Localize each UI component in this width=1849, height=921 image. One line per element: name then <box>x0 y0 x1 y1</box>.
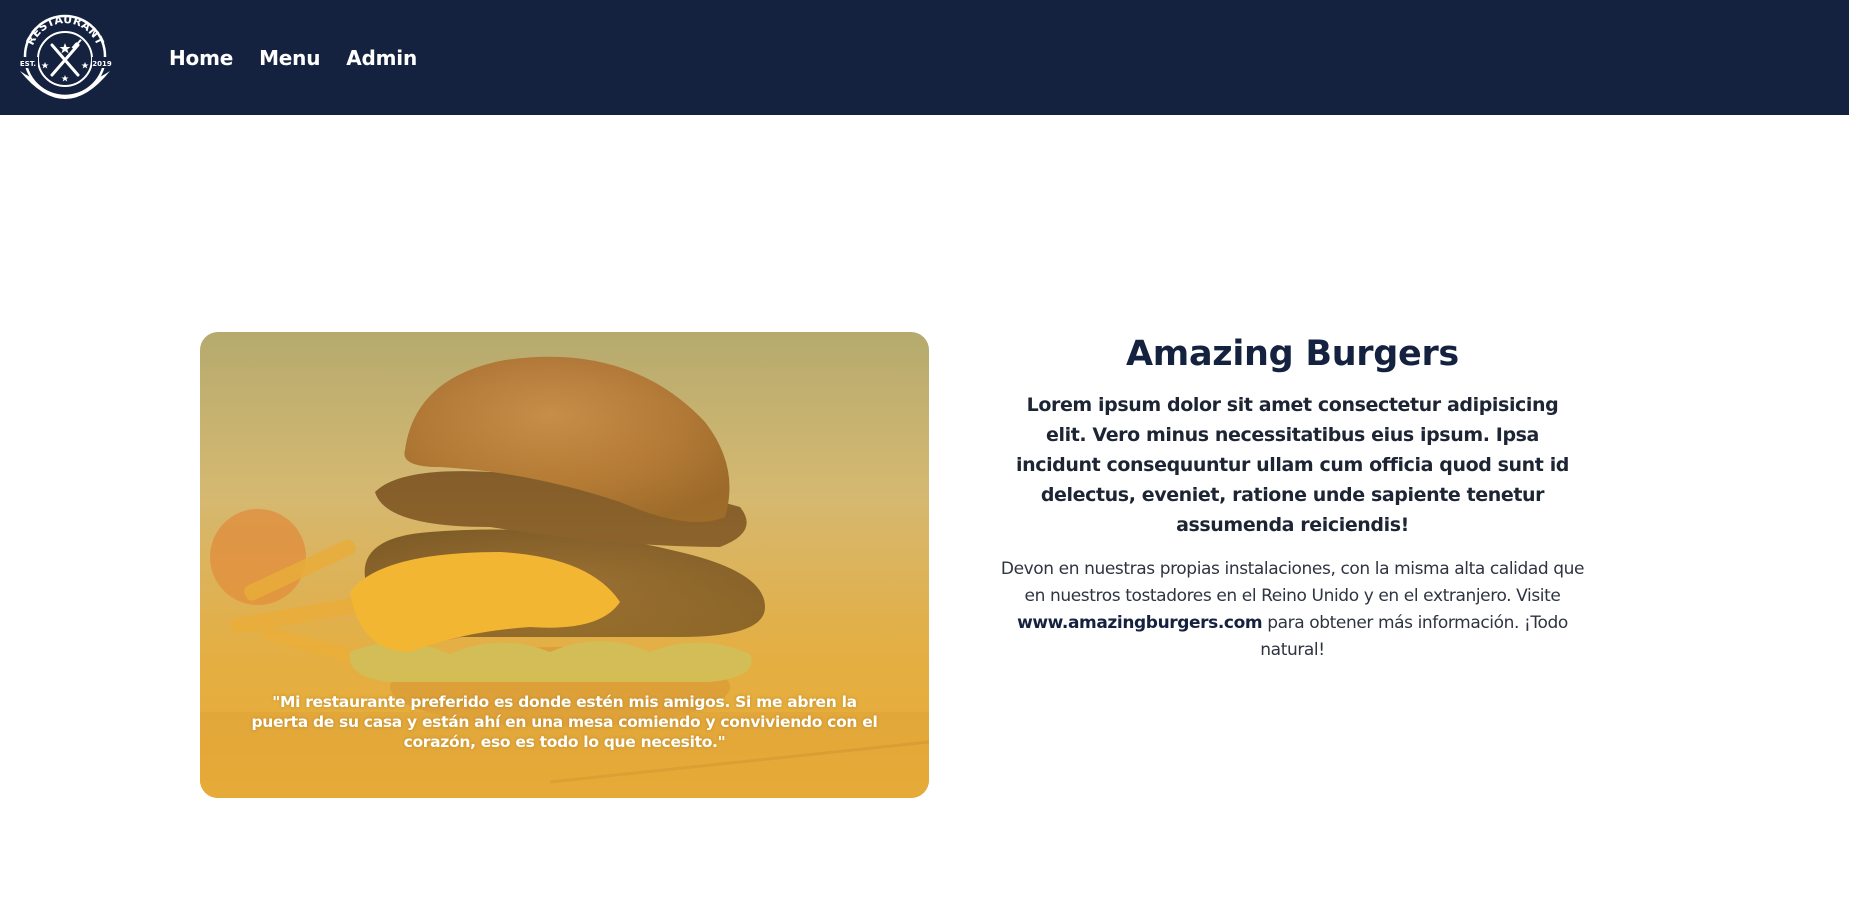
restaurant-logo-icon: RESTAURANT EST. 2019 <box>18 13 112 99</box>
hero-quote: "Mi restaurante preferido es donde estén… <box>251 693 878 751</box>
lead-paragraph: Lorem ipsum dolor sit amet consectetur a… <box>1015 394 1570 536</box>
nav-admin-link[interactable]: Admin <box>346 46 417 70</box>
description-text-before: Devon en nuestras propias instalaciones,… <box>1000 559 1585 606</box>
page-title: Amazing Burgers <box>1126 334 1459 374</box>
website-link[interactable]: www.amazingburgers.com <box>1017 613 1263 633</box>
burger-hero-card: "Mi restaurante preferido es donde estén… <box>200 332 929 798</box>
svg-text:2019: 2019 <box>92 60 112 68</box>
info-section: Amazing Burgers Lorem ipsum dolor sit am… <box>985 332 1600 664</box>
svg-text:EST.: EST. <box>20 60 36 68</box>
restaurant-logo[interactable]: RESTAURANT EST. 2019 <box>18 9 112 107</box>
nav-menu-link[interactable]: Menu <box>259 46 320 70</box>
description-text-after: para obtener más información. ¡Todo natu… <box>1260 613 1568 660</box>
description-paragraph: Devon en nuestras propias instalaciones,… <box>993 556 1593 664</box>
navbar: RESTAURANT EST. 2019 Home Menu Admin <box>0 0 1849 115</box>
nav-home-link[interactable]: Home <box>169 46 233 70</box>
main-nav: Home Menu Admin <box>169 0 417 115</box>
